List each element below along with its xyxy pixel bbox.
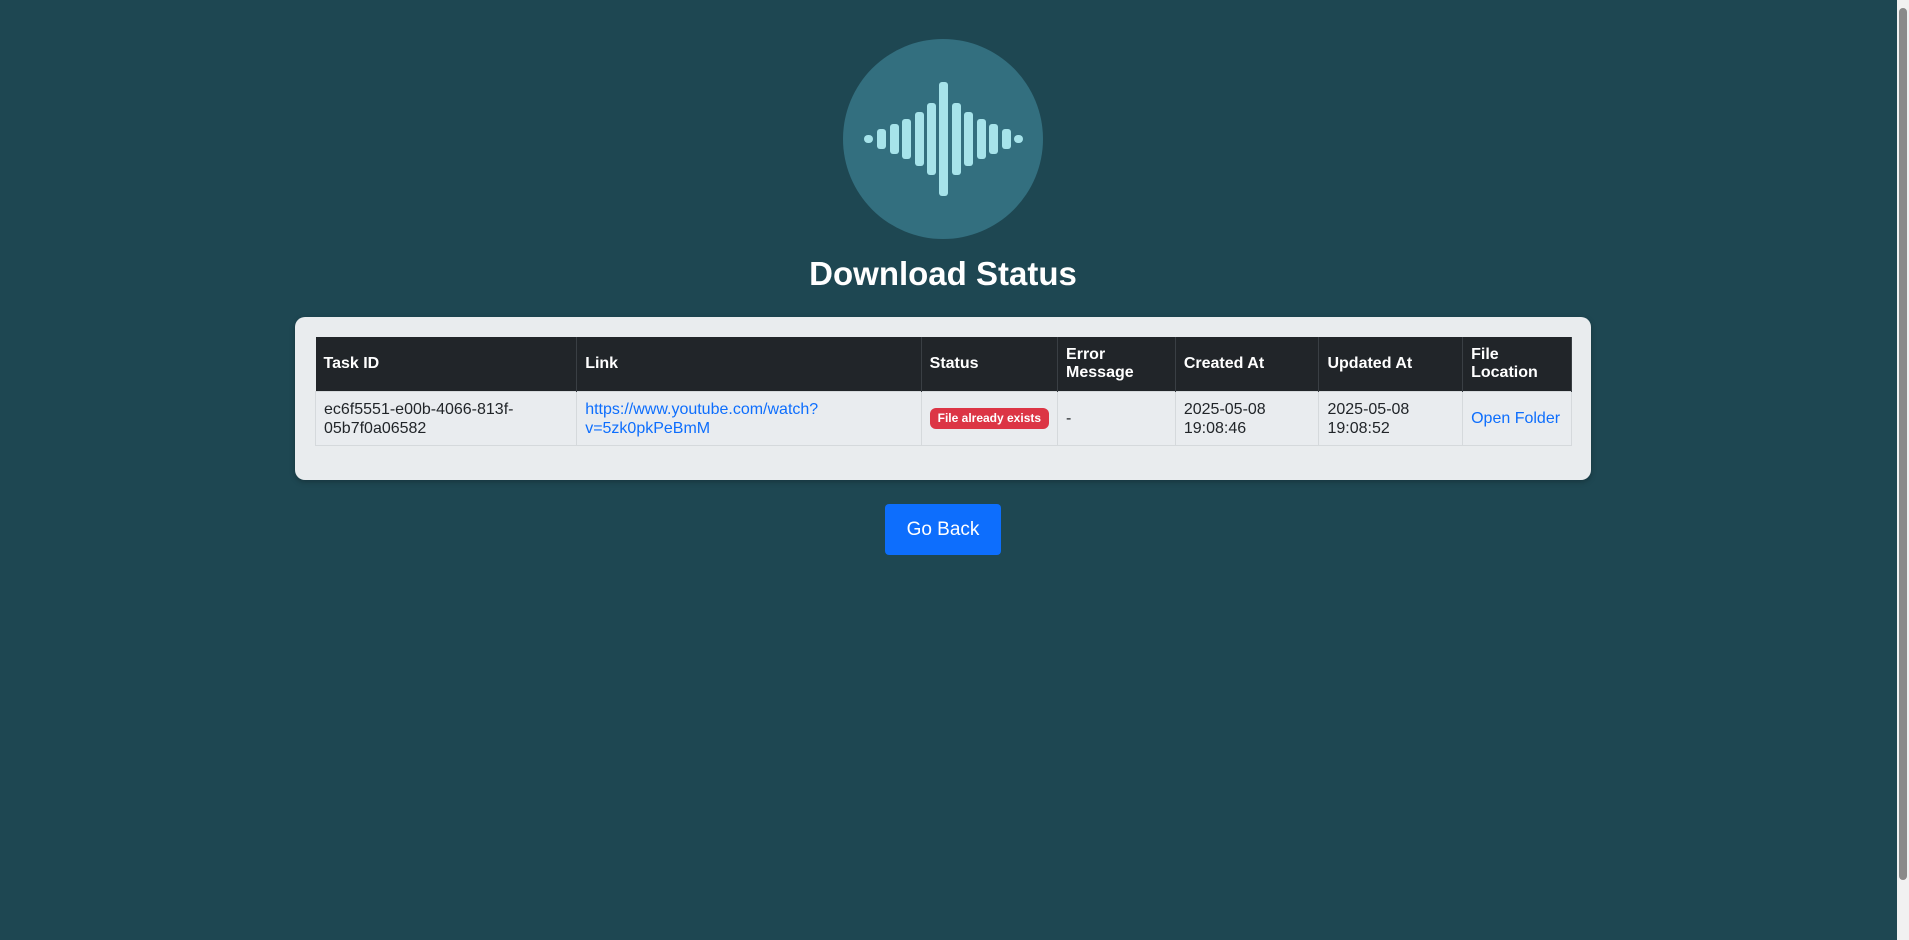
open-folder-link[interactable]: Open Folder [1471,410,1560,427]
error-message-cell: - [1057,391,1176,446]
vertical-scrollbar[interactable] [1897,0,1909,940]
sound-wave-icon [864,82,1023,196]
column-header-error-message: Error Message [1057,337,1176,392]
status-cell: File already exists [920,391,1059,446]
column-header-created-at: Created At [1175,337,1320,392]
table-header-row: Task ID Link Status Error Message Create… [315,337,1572,392]
column-header-status: Status [921,337,1059,392]
scrollbar-thumb[interactable] [1899,8,1907,880]
column-header-task-id: Task ID [315,337,578,392]
created-at-cell: 2025-05-08 19:08:46 [1174,391,1320,446]
column-header-updated-at: Updated At [1318,337,1464,392]
status-table: Task ID Link Status Error Message Create… [314,337,1572,446]
logo [843,39,1043,239]
go-back-button[interactable]: Go Back [885,504,1001,555]
link-cell: https://www.youtube.com/watch?v=5zk0pkPe… [576,391,922,446]
video-link[interactable]: https://www.youtube.com/watch?v=5zk0pkPe… [585,401,818,437]
column-header-link: Link [576,337,922,392]
page: Download Status Task ID Link Status Erro… [0,0,1897,940]
page-title: Download Status [809,255,1077,292]
status-badge: File already exists [929,408,1050,429]
status-card: Task ID Link Status Error Message Create… [295,317,1591,480]
table-row: ec6f5551-e00b-4066-813f-05b7f0a06582 htt… [314,391,1572,446]
file-location-cell: Open Folder [1462,391,1572,446]
updated-at-cell: 2025-05-08 19:08:52 [1318,391,1464,446]
column-header-file-location: File Location [1462,337,1572,392]
task-id-cell: ec6f5551-e00b-4066-813f-05b7f0a06582 [314,391,578,446]
